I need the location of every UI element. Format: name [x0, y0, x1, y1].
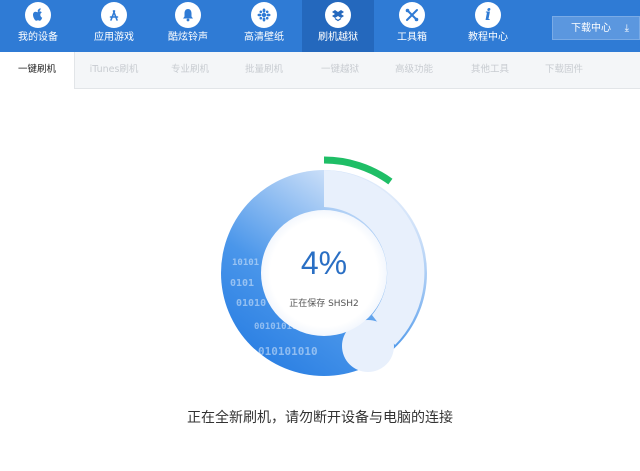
apple-icon [25, 2, 51, 28]
main-toolbar: 我的设备 应用游戏 酷炫铃声 高清壁纸 刷机越狱 工具箱 i 教程中心 下载中心… [0, 0, 640, 52]
nav-apps-games-label: 应用游戏 [94, 32, 134, 43]
bell-icon [175, 2, 201, 28]
tab-other-tools[interactable]: 其他工具 [456, 52, 524, 88]
info-icon: i [475, 2, 501, 28]
tools-icon [399, 2, 425, 28]
nav-tutorials[interactable]: i 教程中心 [452, 0, 524, 52]
nav-wallpapers[interactable]: 高清壁纸 [228, 0, 300, 52]
nav-toolbox-label: 工具箱 [397, 32, 427, 43]
flash-progress-panel: 0101 01010 00101010 010101010 10101 4% 正… [0, 89, 640, 471]
nav-wallpapers-label: 高清壁纸 [244, 32, 284, 43]
download-arrow-icon: ⤓ [624, 23, 629, 34]
tab-download-firmware[interactable]: 下载固件 [530, 52, 598, 88]
download-center-label: 下载中心 [571, 23, 611, 34]
nav-my-device-label: 我的设备 [18, 32, 58, 43]
tab-pro-flash[interactable]: 专业刷机 [156, 52, 224, 88]
nav-tutorials-label: 教程中心 [468, 32, 508, 43]
tab-batch-flash[interactable]: 批量刷机 [230, 52, 298, 88]
binary-line-5: 10101 [232, 258, 259, 268]
nav-flash-jailbreak[interactable]: 刷机越狱 [302, 0, 374, 52]
nav-ringtones[interactable]: 酷炫铃声 [152, 0, 224, 52]
nav-my-device[interactable]: 我的设备 [2, 0, 74, 52]
sub-tab-bar: 一键刷机 iTunes刷机 专业刷机 批量刷机 一键越狱 高级功能 其他工具 下… [0, 52, 640, 89]
binary-line-4: 010101010 [258, 345, 318, 358]
tab-itunes-flash[interactable]: iTunes刷机 [80, 52, 148, 88]
download-center-button[interactable]: 下载中心 ⤓ [552, 16, 640, 40]
wallpaper-icon [251, 2, 277, 28]
tab-one-click-flash[interactable]: 一键刷机 [0, 52, 75, 89]
nav-toolbox[interactable]: 工具箱 [376, 0, 448, 52]
flash-warning-message: 正在全新刷机，请勿断开设备与电脑的连接 [187, 410, 453, 426]
tab-one-click-jailbreak[interactable]: 一键越狱 [306, 52, 374, 88]
app-window: 我的设备 应用游戏 酷炫铃声 高清壁纸 刷机越狱 工具箱 i 教程中心 下载中心… [0, 0, 640, 471]
progress-status: 正在保存 SHSH2 [289, 299, 359, 309]
nav-ringtones-label: 酷炫铃声 [168, 32, 208, 43]
nav-flash-jailbreak-label: 刷机越狱 [318, 32, 358, 43]
tab-advanced[interactable]: 高级功能 [380, 52, 448, 88]
nav-apps-games[interactable]: 应用游戏 [78, 0, 150, 52]
app-store-icon [101, 2, 127, 28]
binary-line-1: 0101 [230, 278, 254, 289]
flash-box-icon [325, 2, 351, 28]
progress-percent: 4% [300, 245, 348, 281]
